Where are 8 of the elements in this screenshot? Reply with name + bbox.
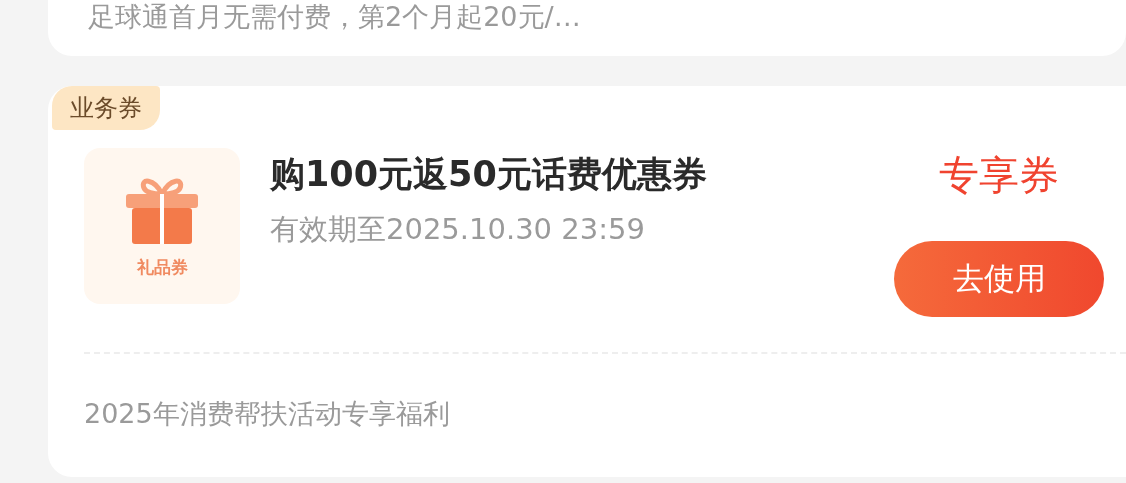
icon-label: 礼品券 [136,255,188,279]
description-text: 足球通首月无需付费，第2个月起20元/… [88,0,581,34]
tag-label: 业务券 [52,86,160,130]
validity-text: 有效期至2025.10.30 23:59 [270,211,646,248]
use-button[interactable]: 去使用 [894,241,1104,317]
footer-text: 2025年消费帮扶活动专享福利 [84,397,451,431]
coupon-title: 购100元返50元话费优惠券 [270,153,708,196]
exclusive-label: 专享券 [939,151,1059,200]
